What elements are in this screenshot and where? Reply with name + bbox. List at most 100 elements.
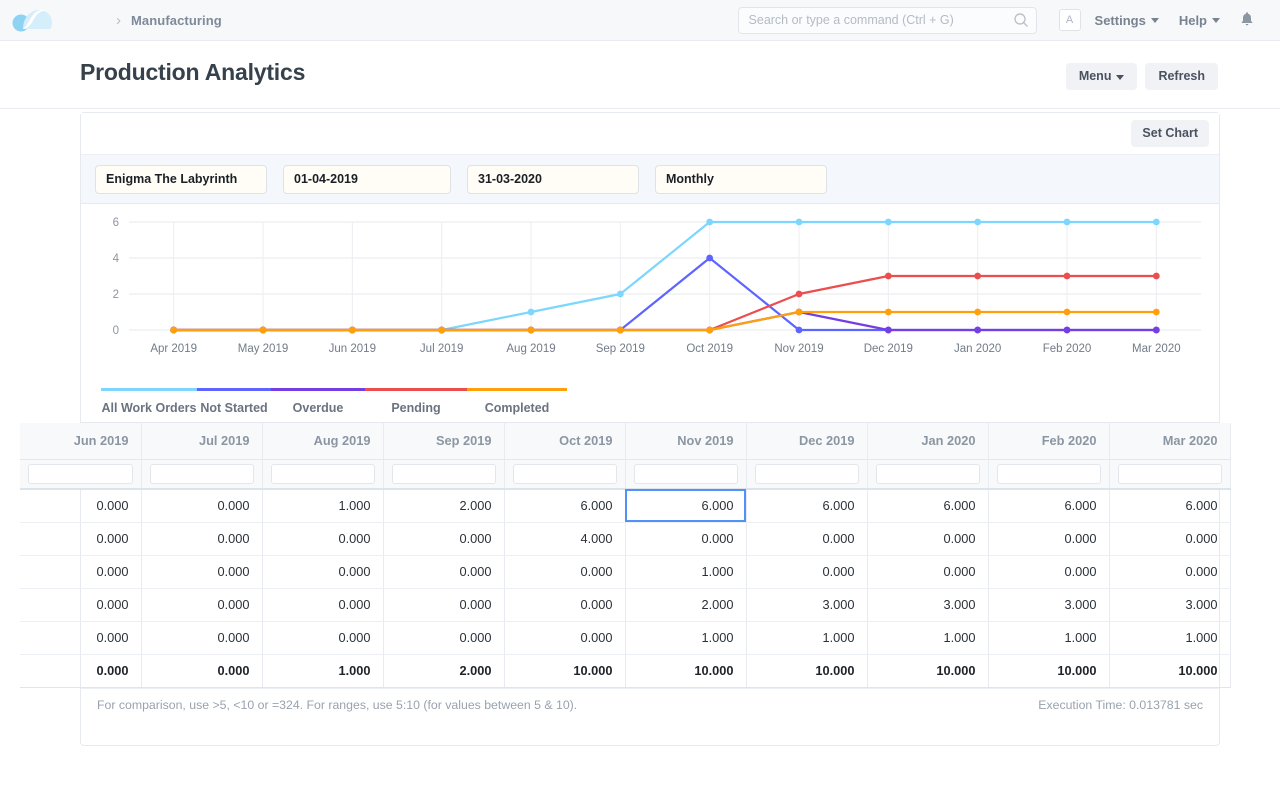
table-cell[interactable]: 0.000 [746,555,868,589]
help-menu[interactable]: Help [1179,13,1220,28]
table-column-header[interactable]: Aug 2019 [262,423,384,460]
refresh-button[interactable]: Refresh [1145,63,1218,90]
table-cell[interactable]: 0.000 [141,555,263,589]
table-cell[interactable]: 0.000 [20,489,142,523]
chart-data-point[interactable] [1152,272,1160,280]
legend-item-completed[interactable]: Completed [467,388,567,415]
table-total-cell[interactable]: 10.000 [867,654,989,688]
table-cell[interactable]: 0.000 [20,522,142,556]
chart-data-point[interactable] [706,254,714,262]
menu-button[interactable]: Menu [1065,63,1138,90]
table-cell[interactable]: 4.000 [504,522,626,556]
chart-data-point[interactable] [616,290,624,298]
legend-item-overdue[interactable]: Overdue [271,388,365,415]
table-cell[interactable]: 0.000 [141,588,263,622]
chart-data-point[interactable] [1063,272,1071,280]
chart-data-point[interactable] [706,326,714,334]
chart-data-point[interactable] [1152,326,1160,334]
table-column-header[interactable]: Jun 2019 [20,423,142,460]
search-input[interactable] [737,6,1037,34]
table-cell[interactable]: 0.000 [988,555,1110,589]
table-cell[interactable]: 6.000 [625,489,747,523]
table-cell[interactable]: 2.000 [625,588,747,622]
chart-data-point[interactable] [974,218,982,226]
column-filter-input[interactable] [391,463,496,484]
chart-data-point[interactable] [884,308,892,316]
range-select[interactable]: Monthly [655,164,827,194]
chart-data-point[interactable] [795,218,803,226]
chart-data-point[interactable] [884,272,892,280]
column-filter-input[interactable] [270,463,375,484]
table-cell[interactable]: 0.000 [20,555,142,589]
chart-data-point[interactable] [527,308,535,316]
search-icon[interactable] [1013,12,1029,28]
legend-item-not-started[interactable]: Not Started [197,388,271,415]
table-cell[interactable]: 1.000 [988,621,1110,655]
table-cell[interactable]: 1.000 [867,621,989,655]
from-date-field[interactable]: 01-04-2019 [283,164,451,194]
legend-item-all-work-orders[interactable]: All Work Orders [101,388,197,415]
table-total-cell[interactable]: 2.000 [383,654,505,688]
column-filter-input[interactable] [875,463,980,484]
report-name-field[interactable]: Enigma The Labyrinth [95,164,267,194]
table-cell[interactable]: 6.000 [1109,489,1231,523]
chart-data-point[interactable] [438,326,446,334]
table-cell[interactable]: 0.000 [867,522,989,556]
table-cell[interactable]: 0.000 [262,555,384,589]
table-cell[interactable]: 1.000 [1109,621,1231,655]
chart-data-point[interactable] [974,308,982,316]
table-total-cell[interactable]: 10.000 [746,654,868,688]
set-chart-button[interactable]: Set Chart [1131,120,1209,147]
chart-data-point[interactable] [974,272,982,280]
table-cell[interactable]: 6.000 [988,489,1110,523]
table-cell[interactable]: 0.000 [141,522,263,556]
table-cell[interactable]: 3.000 [1109,588,1231,622]
table-total-cell[interactable]: 10.000 [1109,654,1231,688]
table-total-cell[interactable]: 10.000 [988,654,1110,688]
chart-data-point[interactable] [1152,308,1160,316]
table-cell[interactable]: 0.000 [504,555,626,589]
chart-data-point[interactable] [170,326,178,334]
table-cell[interactable]: 6.000 [867,489,989,523]
table-cell[interactable]: 1.000 [625,621,747,655]
table-cell[interactable]: 0.000 [383,621,505,655]
to-date-field[interactable]: 31-03-2020 [467,164,639,194]
chart-data-point[interactable] [884,326,892,334]
table-cell[interactable]: 1.000 [625,555,747,589]
chart-data-point[interactable] [1063,326,1071,334]
chart-data-point[interactable] [795,308,803,316]
table-cell[interactable]: 0.000 [504,588,626,622]
table-cell[interactable]: 0.000 [262,621,384,655]
chart-data-point[interactable] [259,326,267,334]
table-column-header[interactable]: Jul 2019 [141,423,263,460]
column-filter-input[interactable] [754,463,859,484]
table-cell[interactable]: 0.000 [1109,555,1231,589]
table-column-header[interactable]: Dec 2019 [746,423,868,460]
chart-data-point[interactable] [795,326,803,334]
table-column-header[interactable]: Mar 2020 [1109,423,1231,460]
table-column-header[interactable]: Jan 2020 [867,423,989,460]
table-total-cell[interactable]: 0.000 [20,654,142,688]
bell-icon[interactable] [1240,11,1254,30]
table-cell[interactable]: 6.000 [746,489,868,523]
table-column-header[interactable]: Nov 2019 [625,423,747,460]
table-cell[interactable]: 0.000 [20,588,142,622]
table-cell[interactable]: 0.000 [625,522,747,556]
column-filter-input[interactable] [149,463,254,484]
table-cell[interactable]: 0.000 [383,522,505,556]
table-cell[interactable]: 3.000 [867,588,989,622]
table-cell[interactable]: 1.000 [746,621,868,655]
table-column-header[interactable]: Feb 2020 [988,423,1110,460]
table-total-cell[interactable]: 10.000 [504,654,626,688]
chart-data-point[interactable] [1063,218,1071,226]
table-cell[interactable]: 0.000 [988,522,1110,556]
table-cell[interactable]: 0.000 [262,522,384,556]
table-total-cell[interactable]: 1.000 [262,654,384,688]
table-total-cell[interactable]: 10.000 [625,654,747,688]
table-cell[interactable]: 0.000 [262,588,384,622]
chart-data-point[interactable] [706,218,714,226]
chart-data-point[interactable] [974,326,982,334]
breadcrumb-label[interactable]: Manufacturing [131,13,222,28]
chart-data-point[interactable] [1063,308,1071,316]
avatar[interactable]: A [1058,9,1081,31]
